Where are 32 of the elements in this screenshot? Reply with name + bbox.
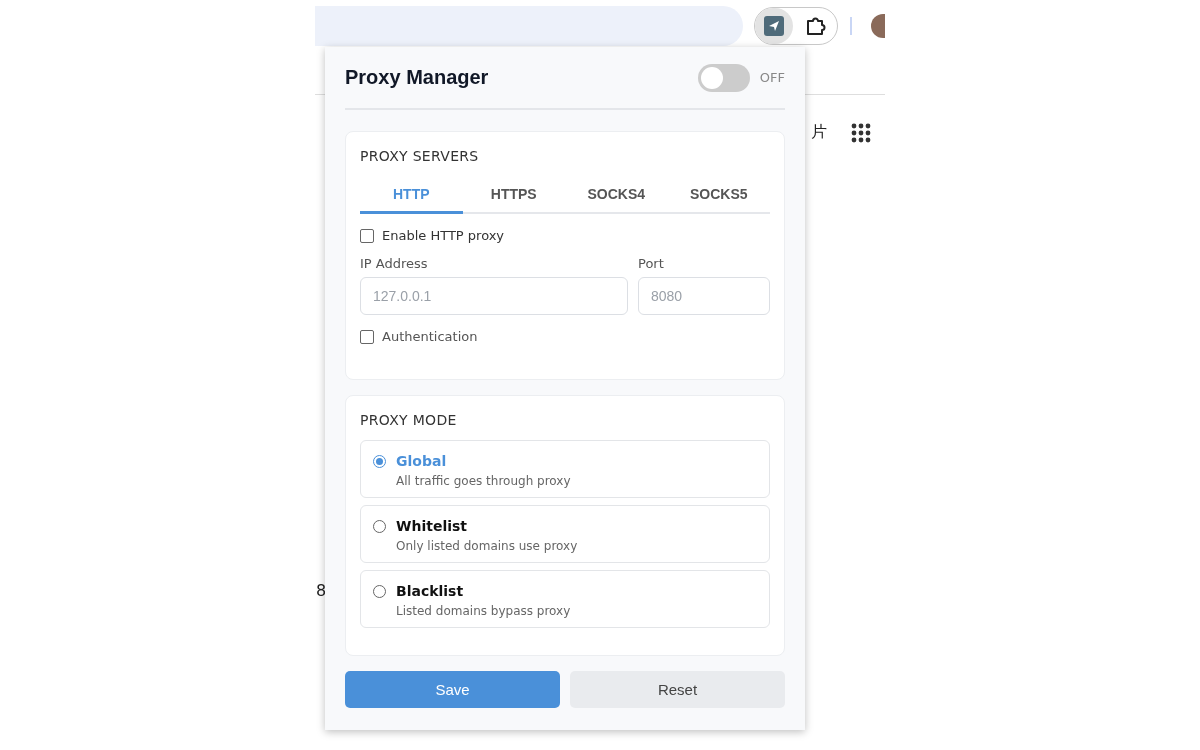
mode-option[interactable]: Whitelist Only listed domains use proxy (360, 505, 770, 563)
protocol-tab[interactable]: SOCKS4 (565, 178, 668, 214)
section-heading: PROXY SERVERS (360, 148, 480, 164)
checkbox-label: Enable HTTP proxy (382, 228, 505, 243)
checkbox[interactable] (360, 329, 374, 344)
section-heading: PROXY MODE (360, 412, 458, 428)
toggle-label: OFF (759, 70, 785, 85)
option-title: Blacklist (396, 583, 465, 599)
option-title: Global (396, 453, 448, 469)
option-description: All traffic goes through proxy (396, 474, 571, 488)
field-label: IP Address (360, 256, 429, 271)
mode-option[interactable]: Blacklist Listed domains bypass proxy (360, 570, 770, 628)
checkbox-label: Authentication (382, 329, 478, 344)
toggle-switch[interactable] (697, 63, 750, 92)
field-label: Port (638, 256, 665, 271)
popup-title: Proxy Manager (345, 66, 489, 89)
protocol-tab[interactable]: SOCKS5 (667, 178, 770, 214)
page-text: 8 (316, 581, 327, 600)
avatar[interactable] (871, 14, 885, 38)
option-description: Only listed domains use proxy (396, 539, 578, 553)
option-title: Whitelist (396, 518, 469, 534)
option-description: Listed domains bypass proxy (396, 604, 571, 618)
mode-option[interactable]: Global All traffic goes through proxy (360, 440, 770, 498)
reset-button[interactable]: Reset (570, 671, 785, 708)
puzzle-icon[interactable] (805, 15, 828, 37)
protocol-tab[interactable]: HTTPS (462, 178, 565, 214)
page-text: 片 (811, 122, 827, 143)
apps-grid-icon[interactable] (851, 122, 871, 143)
checkbox[interactable] (360, 228, 374, 243)
extension-icon[interactable] (755, 8, 794, 44)
ip-address-field[interactable]: 127.0.0.1 (360, 277, 628, 315)
port-field[interactable]: 8080 (638, 277, 770, 315)
